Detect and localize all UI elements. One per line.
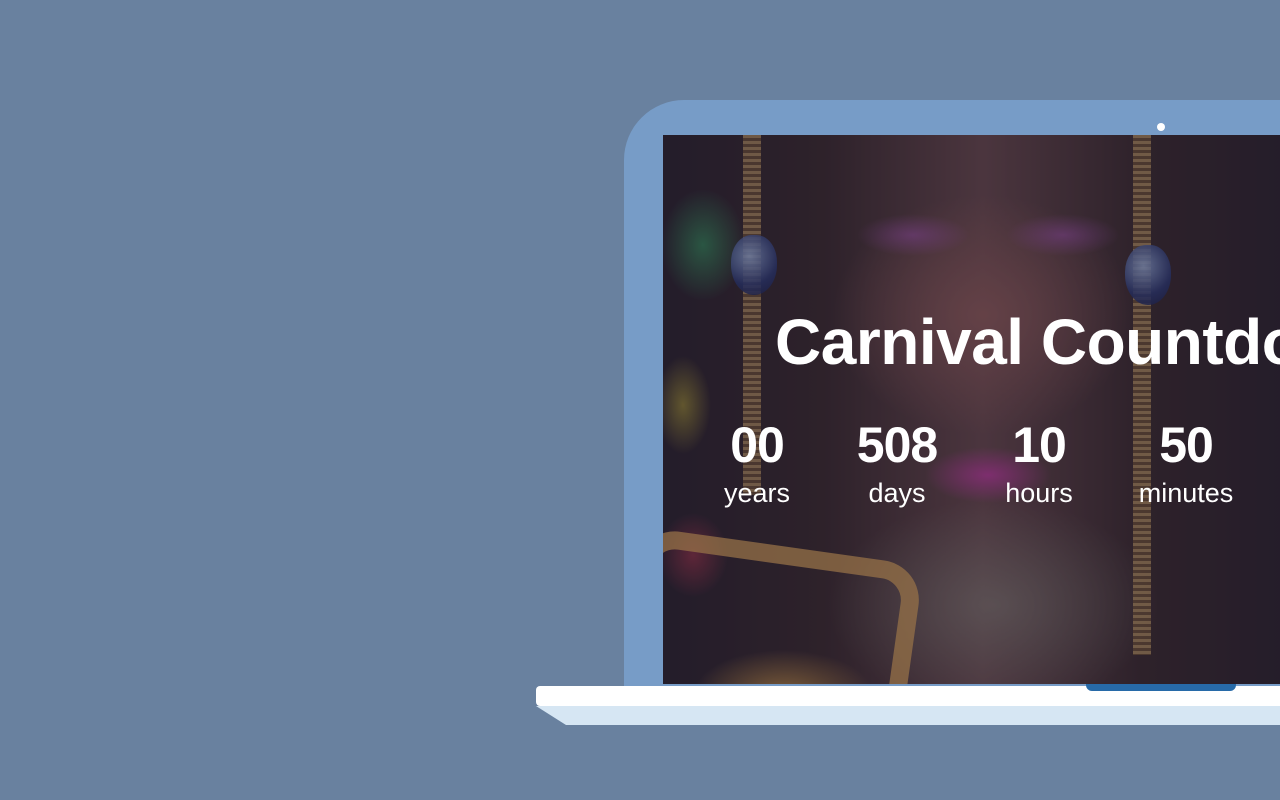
days-label: days	[868, 478, 926, 508]
countdown-unit-days: 508 days	[832, 417, 962, 513]
days-value: 508	[856, 417, 938, 473]
trackpad-notch	[1086, 684, 1236, 691]
countdown-title: Carnival Countdown	[775, 306, 1280, 378]
hours-label: hours	[1005, 478, 1073, 508]
stage: Carnival Countdown 00 years 508 days 10 …	[0, 0, 1280, 800]
screen-overlay	[663, 135, 1280, 684]
years-value: 00	[730, 417, 785, 473]
countdown-unit-minutes: 50 minutes	[1121, 417, 1251, 513]
minutes-label: minutes	[1138, 478, 1234, 508]
years-label: years	[723, 478, 791, 508]
laptop-screen: Carnival Countdown 00 years 508 days 10 …	[663, 135, 1280, 684]
countdown-unit-years: 00 years	[692, 417, 822, 513]
minutes-value: 50	[1159, 417, 1214, 473]
countdown-unit-hours: 10 hours	[974, 417, 1104, 513]
camera-dot-icon	[1157, 123, 1165, 131]
laptop-foot	[536, 706, 1280, 725]
hours-value: 10	[1012, 417, 1067, 473]
